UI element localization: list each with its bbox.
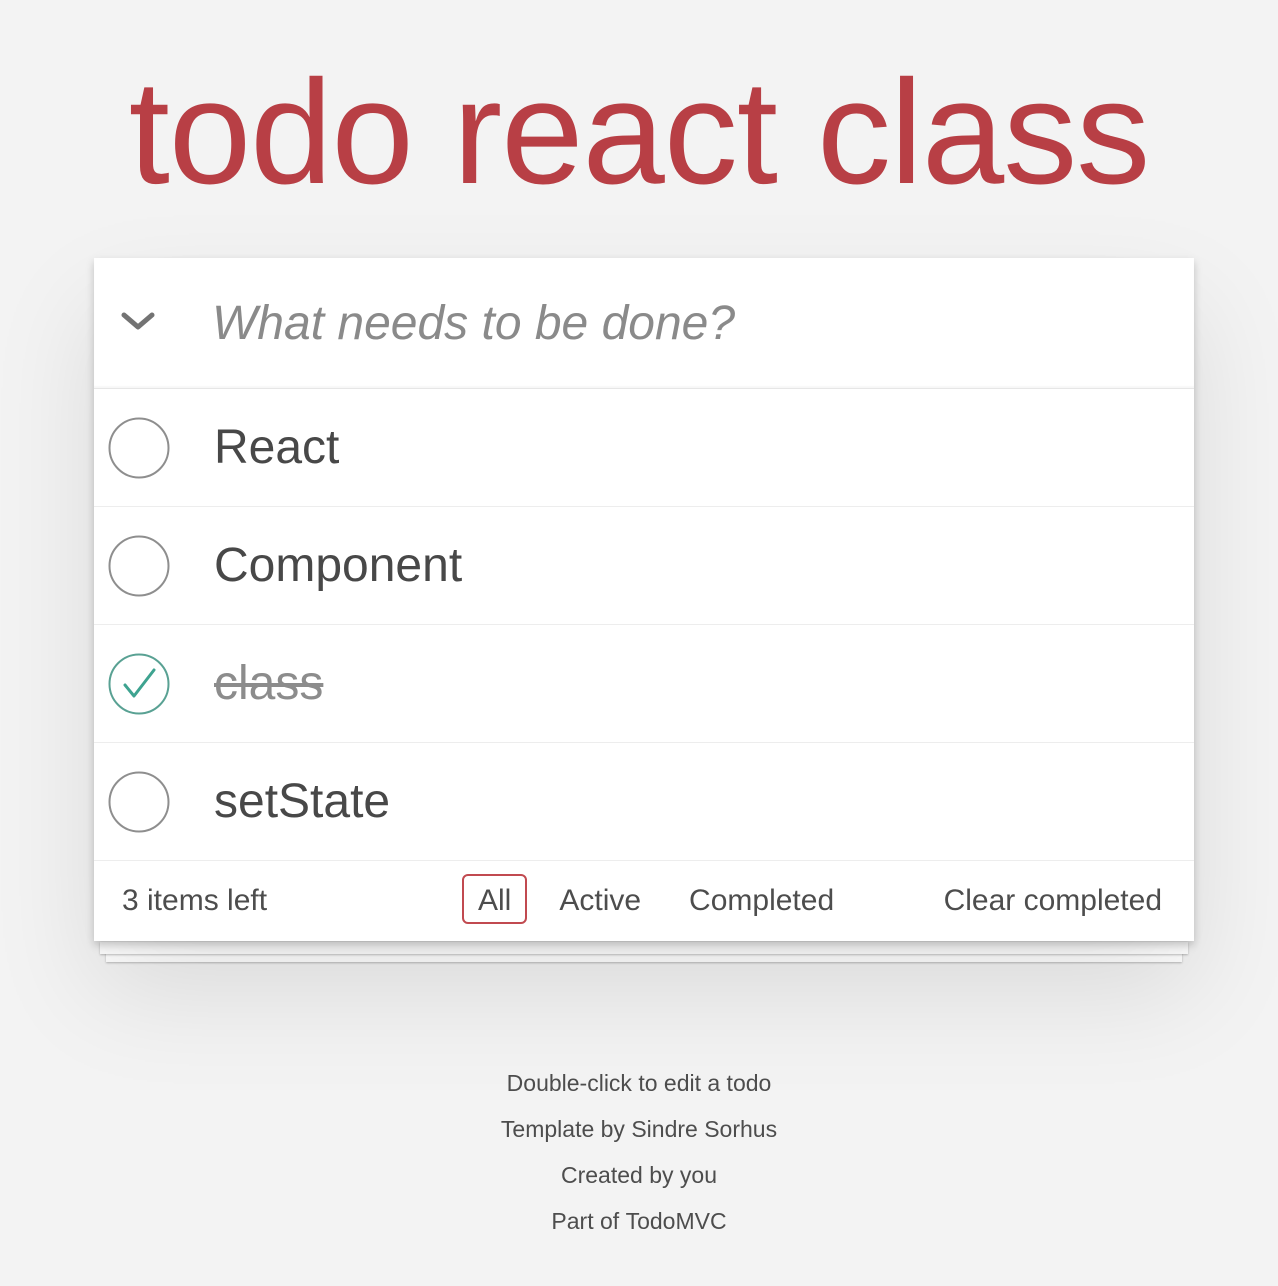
- created-prefix: Created by: [561, 1162, 674, 1188]
- todo-header: [94, 258, 1194, 389]
- stack-shadow-middle: [100, 942, 1188, 954]
- todo-label[interactable]: setState: [214, 743, 390, 860]
- todo-item[interactable]: Component: [94, 507, 1194, 625]
- part-prefix: Part of: [551, 1208, 620, 1234]
- filter-active[interactable]: Active: [543, 874, 657, 924]
- todo-item[interactable]: React: [94, 389, 1194, 507]
- todo-label[interactable]: class: [214, 625, 323, 742]
- todo-item[interactable]: class: [94, 625, 1194, 743]
- circle-icon[interactable]: [108, 417, 170, 479]
- template-credit: Template by Sindre Sorhus: [0, 1106, 1278, 1152]
- info-footer: Double-click to edit a todo Template by …: [0, 1060, 1278, 1244]
- todo-footer: 3 items left All Active Completed Clear …: [94, 861, 1194, 941]
- template-author-link[interactable]: Sindre Sorhus: [631, 1116, 777, 1142]
- todomvc-link[interactable]: TodoMVC: [626, 1208, 727, 1234]
- created-author-link[interactable]: you: [680, 1162, 717, 1188]
- filters: All Active Completed: [462, 874, 866, 924]
- filter-completed[interactable]: Completed: [673, 874, 850, 924]
- check-circle-icon[interactable]: [108, 653, 170, 715]
- todo-label[interactable]: React: [214, 389, 339, 506]
- todo-label[interactable]: Component: [214, 507, 462, 624]
- edit-hint: Double-click to edit a todo: [506, 1070, 772, 1096]
- template-prefix: Template by: [500, 1116, 625, 1142]
- filter-all[interactable]: All: [462, 874, 528, 924]
- new-todo-input[interactable]: [212, 258, 1172, 388]
- circle-icon[interactable]: [108, 535, 170, 597]
- circle-icon[interactable]: [108, 771, 170, 833]
- items-left-count: 3 items left: [122, 884, 268, 917]
- todo-item[interactable]: setState: [94, 743, 1194, 861]
- created-credit: Created by you: [0, 1152, 1278, 1198]
- todo-app: React Component class: [94, 258, 1194, 941]
- todo-list: React Component class setState: [94, 389, 1194, 861]
- part-of-credit: Part of TodoMVC: [0, 1198, 1278, 1244]
- app-title: todo react class: [128, 50, 1151, 215]
- clear-completed-button[interactable]: Clear completed: [944, 861, 1162, 941]
- chevron-down-icon[interactable]: [118, 302, 158, 342]
